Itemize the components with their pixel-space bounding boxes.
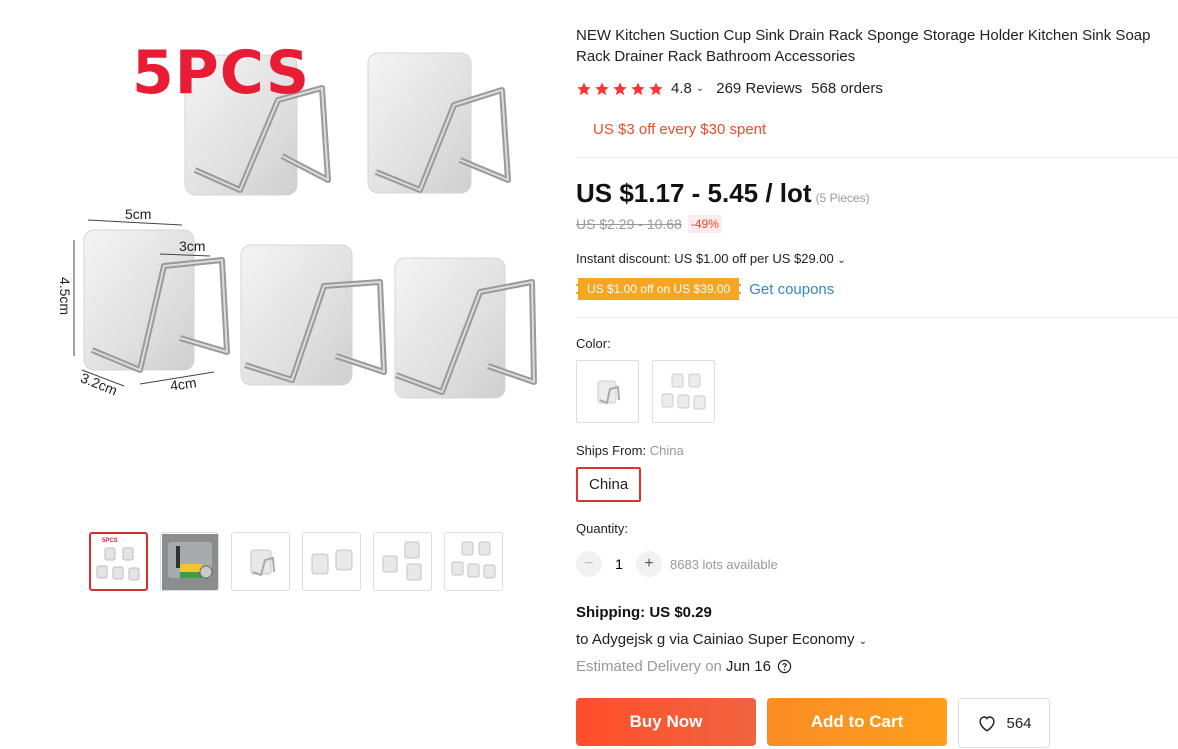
color-option-set[interactable] bbox=[652, 360, 715, 423]
coupon-tag[interactable]: US $1.00 off on US $39.00 bbox=[576, 278, 742, 300]
product-main-image[interactable]: 5PCS 5cm 3cm 4.5cm 3.2cm 4cm bbox=[40, 20, 560, 510]
star-rating bbox=[576, 81, 664, 97]
thumbnail-1[interactable]: 5PCS bbox=[89, 532, 148, 591]
ships-from-value: China bbox=[649, 443, 684, 458]
dimension-hook-depth-label: 3cm bbox=[179, 238, 206, 254]
delivery-label: Estimated Delivery on bbox=[576, 658, 722, 675]
rack-single-icon bbox=[250, 549, 275, 576]
help-circle-icon[interactable] bbox=[777, 659, 792, 674]
old-price-row: US $2.29 - 10.68 -49% bbox=[576, 215, 722, 233]
chevron-down-icon[interactable]: ⌄ bbox=[696, 83, 704, 94]
discount-badge: -49% bbox=[687, 215, 722, 233]
quantity-increase-button[interactable]: + bbox=[636, 551, 662, 577]
add-to-cart-button[interactable]: Add to Cart bbox=[767, 698, 947, 746]
product-title: NEW Kitchen Suction Cup Sink Drain Rack … bbox=[576, 27, 1151, 65]
star-icon bbox=[649, 81, 663, 95]
wishlist-count: 564 bbox=[1006, 714, 1032, 732]
wishlist-button[interactable]: 564 bbox=[958, 698, 1050, 748]
rating-row: 4.8 ⌄ 269 Reviews 568 orders bbox=[576, 80, 883, 97]
stock-available: 8683 lots available bbox=[670, 556, 778, 572]
dimension-height-label: 4.5cm bbox=[57, 276, 74, 316]
quantity-decrease-button[interactable]: − bbox=[576, 551, 602, 577]
star-icon bbox=[613, 81, 627, 95]
rack-bottom-left bbox=[83, 229, 230, 373]
price-range: US $1.17 - 5.45 / lot bbox=[576, 178, 812, 208]
thumbnail-3[interactable] bbox=[231, 532, 290, 591]
orders-count: 568 orders bbox=[811, 80, 883, 97]
star-icon bbox=[631, 81, 645, 95]
color-label: Color: bbox=[576, 336, 611, 351]
buy-now-button[interactable]: Buy Now bbox=[576, 698, 756, 746]
thumbnail-caption: 5PCS bbox=[102, 538, 118, 544]
quantity-input[interactable] bbox=[602, 556, 636, 572]
rack-pair-icon bbox=[311, 549, 352, 574]
rating-value[interactable]: 4.8 bbox=[671, 80, 692, 97]
pieces-count: (5 Pieces) bbox=[815, 191, 870, 205]
coupon-row: US $1.00 off on US $39.00 Get coupons bbox=[576, 278, 834, 300]
rack-set-icon bbox=[661, 373, 705, 409]
rack-bottom-right bbox=[394, 257, 537, 399]
thumbnail-4[interactable] bbox=[302, 532, 361, 591]
rack-single-icon bbox=[597, 380, 620, 404]
rack-top-right bbox=[367, 52, 511, 194]
thumbnail-5[interactable] bbox=[373, 532, 432, 591]
divider bbox=[576, 157, 1178, 158]
shipping-cost: Shipping: US $0.29 bbox=[576, 604, 712, 621]
store-promo[interactable]: US $3 off every $30 spent bbox=[593, 121, 766, 138]
ships-from-label: Ships From: China bbox=[576, 443, 684, 458]
divider bbox=[576, 317, 1178, 318]
rack-bottom-middle bbox=[240, 244, 387, 386]
estimated-delivery: Estimated Delivery on Jun 16 bbox=[576, 658, 792, 675]
rack-set-3-icon bbox=[382, 541, 421, 580]
heart-icon bbox=[979, 716, 996, 732]
thumbnail-strip: 5PCS bbox=[89, 532, 503, 591]
ship-to-text: to Adygejsk g via Cainiao Super Economy bbox=[576, 631, 855, 648]
rack-in-use-photo-icon bbox=[161, 533, 218, 590]
thumbnail-6[interactable] bbox=[444, 532, 503, 591]
rack-set-5-icon bbox=[451, 541, 495, 578]
chevron-down-icon[interactable]: ⌄ bbox=[837, 255, 845, 266]
instant-discount-text: Instant discount: US $1.00 off per US $2… bbox=[576, 251, 834, 266]
ship-to-method[interactable]: to Adygejsk g via Cainiao Super Economy … bbox=[576, 631, 867, 648]
color-options bbox=[576, 360, 715, 423]
color-option-single[interactable] bbox=[576, 360, 639, 423]
reviews-link[interactable]: 269 Reviews bbox=[716, 80, 802, 97]
ships-from-label-text: Ships From: bbox=[576, 443, 647, 458]
star-icon bbox=[595, 81, 609, 95]
dimension-width-label: 5cm bbox=[125, 206, 152, 222]
chevron-down-icon[interactable]: ⌄ bbox=[859, 636, 867, 647]
star-icon bbox=[577, 81, 591, 95]
thumbnail-2[interactable] bbox=[160, 532, 219, 591]
quantity-label: Quantity: bbox=[576, 521, 629, 536]
delivery-date: Jun 16 bbox=[725, 658, 771, 675]
ships-from-option-china[interactable]: China bbox=[576, 467, 642, 502]
instant-discount[interactable]: Instant discount: US $1.00 off per US $2… bbox=[576, 251, 846, 266]
get-coupons-link[interactable]: Get coupons bbox=[749, 281, 834, 298]
promo-5pcs-label: 5PCS bbox=[132, 38, 311, 108]
price: US $1.17 - 5.45 / lot (5 Pieces) bbox=[576, 178, 870, 209]
rack-set-icon bbox=[96, 547, 139, 580]
quantity-stepper: − + 8683 lots available bbox=[576, 551, 778, 577]
original-price: US $2.29 - 10.68 bbox=[576, 216, 682, 232]
